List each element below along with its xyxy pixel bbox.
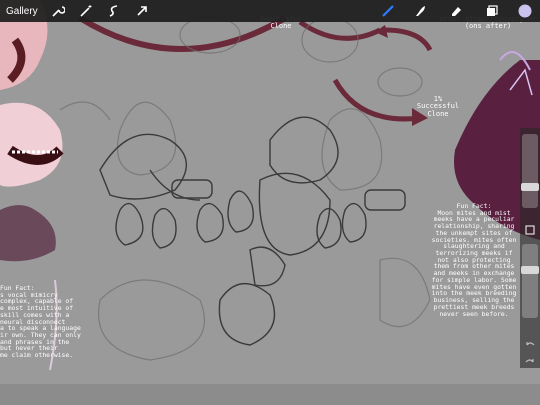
brush-size-slider[interactable] bbox=[522, 134, 538, 208]
undo-button[interactable] bbox=[523, 338, 537, 352]
color-swatch[interactable] bbox=[517, 3, 533, 19]
selection-icon[interactable] bbox=[106, 3, 122, 19]
eraser-icon[interactable] bbox=[448, 3, 464, 19]
mid-right-label: 1% Successful Clone bbox=[416, 95, 460, 118]
magic-wand-icon[interactable] bbox=[78, 3, 94, 19]
undo-icon bbox=[526, 342, 535, 346]
transform-arrow-icon[interactable] bbox=[134, 3, 150, 19]
top-toolbar: Gallery bbox=[0, 0, 540, 22]
wrench-icon[interactable] bbox=[50, 3, 66, 19]
fun-fact-left: Fun Fact: s vocal mimicry complex, capab… bbox=[0, 284, 81, 360]
fun-fact-right: Fun Fact: Moon mites and mist meeks have… bbox=[431, 202, 517, 318]
brush-size-thumb[interactable] bbox=[521, 183, 539, 191]
brush-icon[interactable] bbox=[380, 3, 396, 19]
redo-icon bbox=[525, 359, 534, 363]
square-icon bbox=[525, 225, 535, 235]
opacity-thumb[interactable] bbox=[521, 266, 539, 274]
bottom-bar bbox=[0, 384, 540, 405]
smudge-icon[interactable] bbox=[412, 3, 428, 19]
opacity-slider[interactable] bbox=[522, 244, 538, 318]
redo-button[interactable] bbox=[523, 355, 537, 369]
gallery-button[interactable]: Gallery bbox=[6, 6, 38, 17]
layers-icon[interactable] bbox=[484, 3, 500, 19]
modify-button[interactable] bbox=[523, 223, 537, 237]
